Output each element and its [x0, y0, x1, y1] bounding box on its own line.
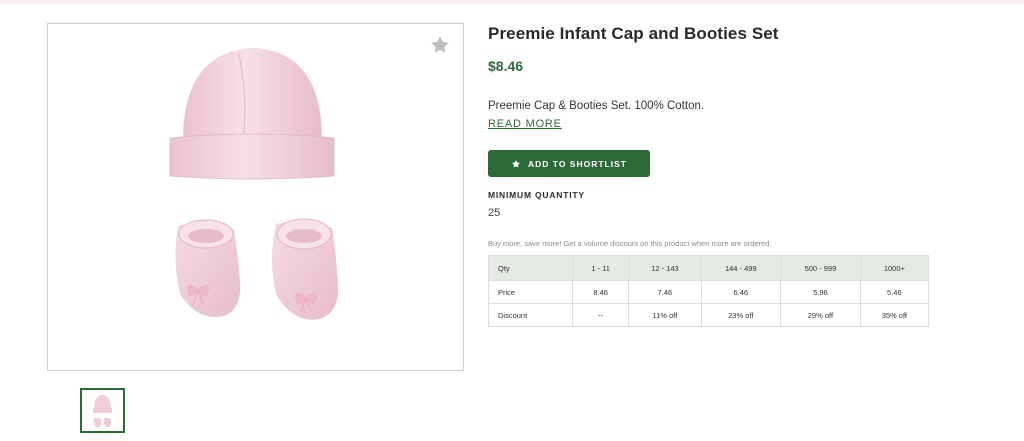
table-header-cell: 144 - 499: [700, 255, 782, 281]
table-cell: 8.46: [571, 280, 630, 304]
product-thumbnail[interactable]: [80, 388, 125, 433]
volume-discount-note: Buy more, save more! Get a volume discou…: [488, 239, 772, 248]
table-cell: 11% off: [628, 303, 702, 327]
table-row: Discount -- 11% off 23% off 29% off 35% …: [488, 303, 930, 327]
add-to-shortlist-button[interactable]: ADD TO SHORTLIST: [488, 150, 650, 177]
table-header-cell: 12 - 143: [628, 255, 702, 281]
table-cell: Discount: [488, 303, 573, 327]
product-description: Preemie Cap & Booties Set. 100% Cotton.: [488, 100, 705, 112]
table-cell: 29% off: [780, 303, 861, 327]
read-more-link[interactable]: READ MORE: [488, 118, 562, 130]
table-header-cell: 1 - 11: [571, 255, 630, 281]
product-title: Preemie Infant Cap and Booties Set: [488, 24, 779, 43]
table-row: Price 8.46 7.46 6.46 5.96 5.46: [488, 280, 930, 304]
table-cell: 5.46: [859, 280, 930, 304]
table-header-cell: 500 - 999: [780, 255, 861, 281]
product-main-image: [47, 23, 464, 371]
table-header-row: Qty 1 - 11 12 - 143 144 - 499 500 - 999 …: [488, 255, 930, 281]
product-photo: [169, 48, 339, 320]
cap-illustration: [169, 48, 335, 180]
table-cell: 5.96: [780, 280, 861, 304]
table-cell: Price: [488, 280, 573, 304]
table-header-cell: 1000+: [859, 255, 930, 281]
table-cell: 6.46: [700, 280, 782, 304]
table-cell: 35% off: [859, 303, 930, 327]
table-header-cell: Qty: [488, 255, 573, 281]
volume-pricing-table: Qty 1 - 11 12 - 143 144 - 499 500 - 999 …: [488, 255, 930, 327]
star-outline-icon[interactable]: [429, 34, 451, 56]
table-cell: 7.46: [628, 280, 702, 304]
minimum-quantity-label: MINIMUM QUANTITY: [488, 190, 585, 200]
star-icon: [512, 159, 520, 168]
add-to-shortlist-label: ADD TO SHORTLIST: [528, 158, 627, 169]
thumbnail-image: [93, 395, 112, 428]
right-bootie-illustration: [272, 218, 339, 320]
left-bootie-illustration: [175, 219, 241, 318]
product-price: $8.46: [488, 58, 524, 74]
minimum-quantity-value: 25: [488, 207, 501, 219]
top-strip: [0, 0, 1024, 4]
table-cell: 23% off: [700, 303, 782, 327]
table-cell: --: [571, 303, 630, 327]
